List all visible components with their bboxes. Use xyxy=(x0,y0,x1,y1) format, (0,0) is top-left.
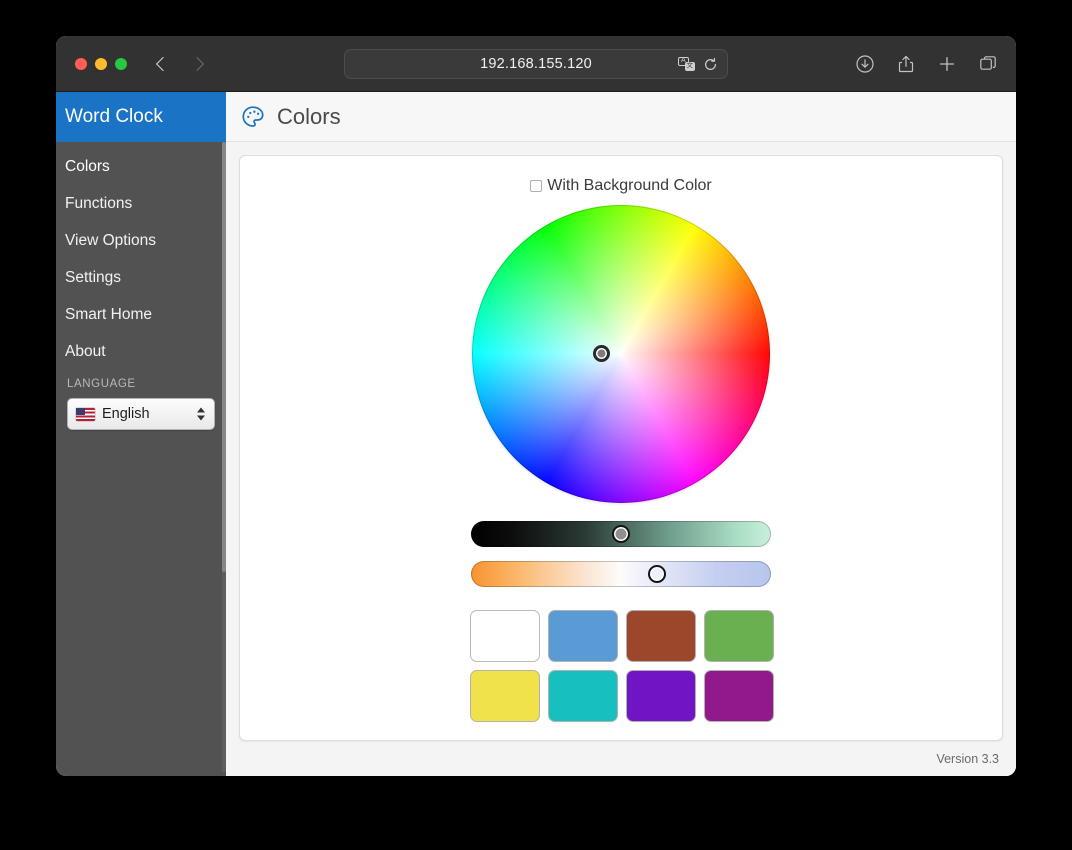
sidebar-nav: Colors Functions View Options Settings S… xyxy=(56,142,226,370)
translate-icon[interactable] xyxy=(678,56,695,71)
window-body: Word Clock Colors Functions View Options… xyxy=(56,92,1016,776)
minimize-window-button[interactable] xyxy=(95,57,107,70)
swatch-green[interactable] xyxy=(705,611,773,661)
swatch-magenta[interactable] xyxy=(705,671,773,721)
browser-window: 192.168.155.120 A 文 Word Clock Colors Fu… xyxy=(56,36,1016,776)
brightness-slider-thumb[interactable] xyxy=(612,525,630,543)
swatch-purple[interactable] xyxy=(627,671,695,721)
sidebar-item-settings[interactable]: Settings xyxy=(56,259,226,296)
toolbar-right-icons xyxy=(855,36,998,91)
sidebar-item-view-options[interactable]: View Options xyxy=(56,222,226,259)
swatch-white[interactable] xyxy=(471,611,539,661)
new-tab-icon[interactable] xyxy=(937,54,957,74)
main-content: Colors With Background Color Version 3.3 xyxy=(226,92,1016,776)
version-label: Version 3.3 xyxy=(936,751,999,766)
browser-toolbar: 192.168.155.120 xyxy=(56,36,1016,92)
color-temperature-slider-thumb[interactable] xyxy=(648,565,666,583)
sidebar-item-colors[interactable]: Colors xyxy=(56,148,226,185)
hsv-color-wheel[interactable] xyxy=(472,205,770,503)
language-select-value: English xyxy=(102,406,150,422)
swatch-blue[interactable] xyxy=(549,611,617,661)
color-swatch-grid xyxy=(471,611,773,721)
brightness-slider[interactable] xyxy=(471,521,771,547)
palette-icon xyxy=(240,104,266,130)
address-bar-url: 192.168.155.120 xyxy=(480,56,592,72)
navigation-buttons xyxy=(153,55,207,73)
page-header: Colors xyxy=(226,92,1016,142)
address-bar-icons xyxy=(678,50,718,78)
sidebar-item-about[interactable]: About xyxy=(56,333,226,370)
downloads-icon[interactable] xyxy=(855,54,875,74)
address-bar[interactable]: 192.168.155.120 xyxy=(344,49,728,79)
back-chevron-left-icon[interactable] xyxy=(153,55,171,73)
us-flag-icon xyxy=(76,407,95,421)
tab-overview-icon[interactable] xyxy=(978,54,998,74)
close-window-button[interactable] xyxy=(75,57,87,70)
color-wheel-marker[interactable] xyxy=(593,345,610,362)
forward-chevron-right-icon[interactable] xyxy=(189,55,207,73)
color-temperature-slider[interactable] xyxy=(471,561,771,587)
share-icon[interactable] xyxy=(896,54,916,74)
swatch-teal[interactable] xyxy=(549,671,617,721)
page-title: Colors xyxy=(277,103,341,129)
maximize-window-button[interactable] xyxy=(115,57,127,70)
color-wheel-wrap xyxy=(240,205,1002,503)
reload-icon[interactable] xyxy=(703,57,718,72)
page-footer: Version 3.3 xyxy=(226,741,1016,776)
colors-panel: With Background Color xyxy=(239,155,1003,741)
sidebar-item-smart-home[interactable]: Smart Home xyxy=(56,296,226,333)
sidebar: Word Clock Colors Functions View Options… xyxy=(56,92,226,776)
with-background-color-label: With Background Color xyxy=(547,177,712,194)
with-background-color-checkbox[interactable] xyxy=(530,180,543,192)
app-brand-title: Word Clock xyxy=(56,92,226,142)
sidebar-item-functions[interactable]: Functions xyxy=(56,185,226,222)
swatch-brown[interactable] xyxy=(627,611,695,661)
language-section-label: LANGUAGE xyxy=(67,378,136,390)
chevron-updown-icon[interactable] xyxy=(197,407,205,421)
language-select[interactable]: English xyxy=(67,398,215,430)
traffic-lights xyxy=(75,57,127,70)
background-color-checkbox-row: With Background Color xyxy=(240,156,1002,195)
swatch-yellow[interactable] xyxy=(471,671,539,721)
